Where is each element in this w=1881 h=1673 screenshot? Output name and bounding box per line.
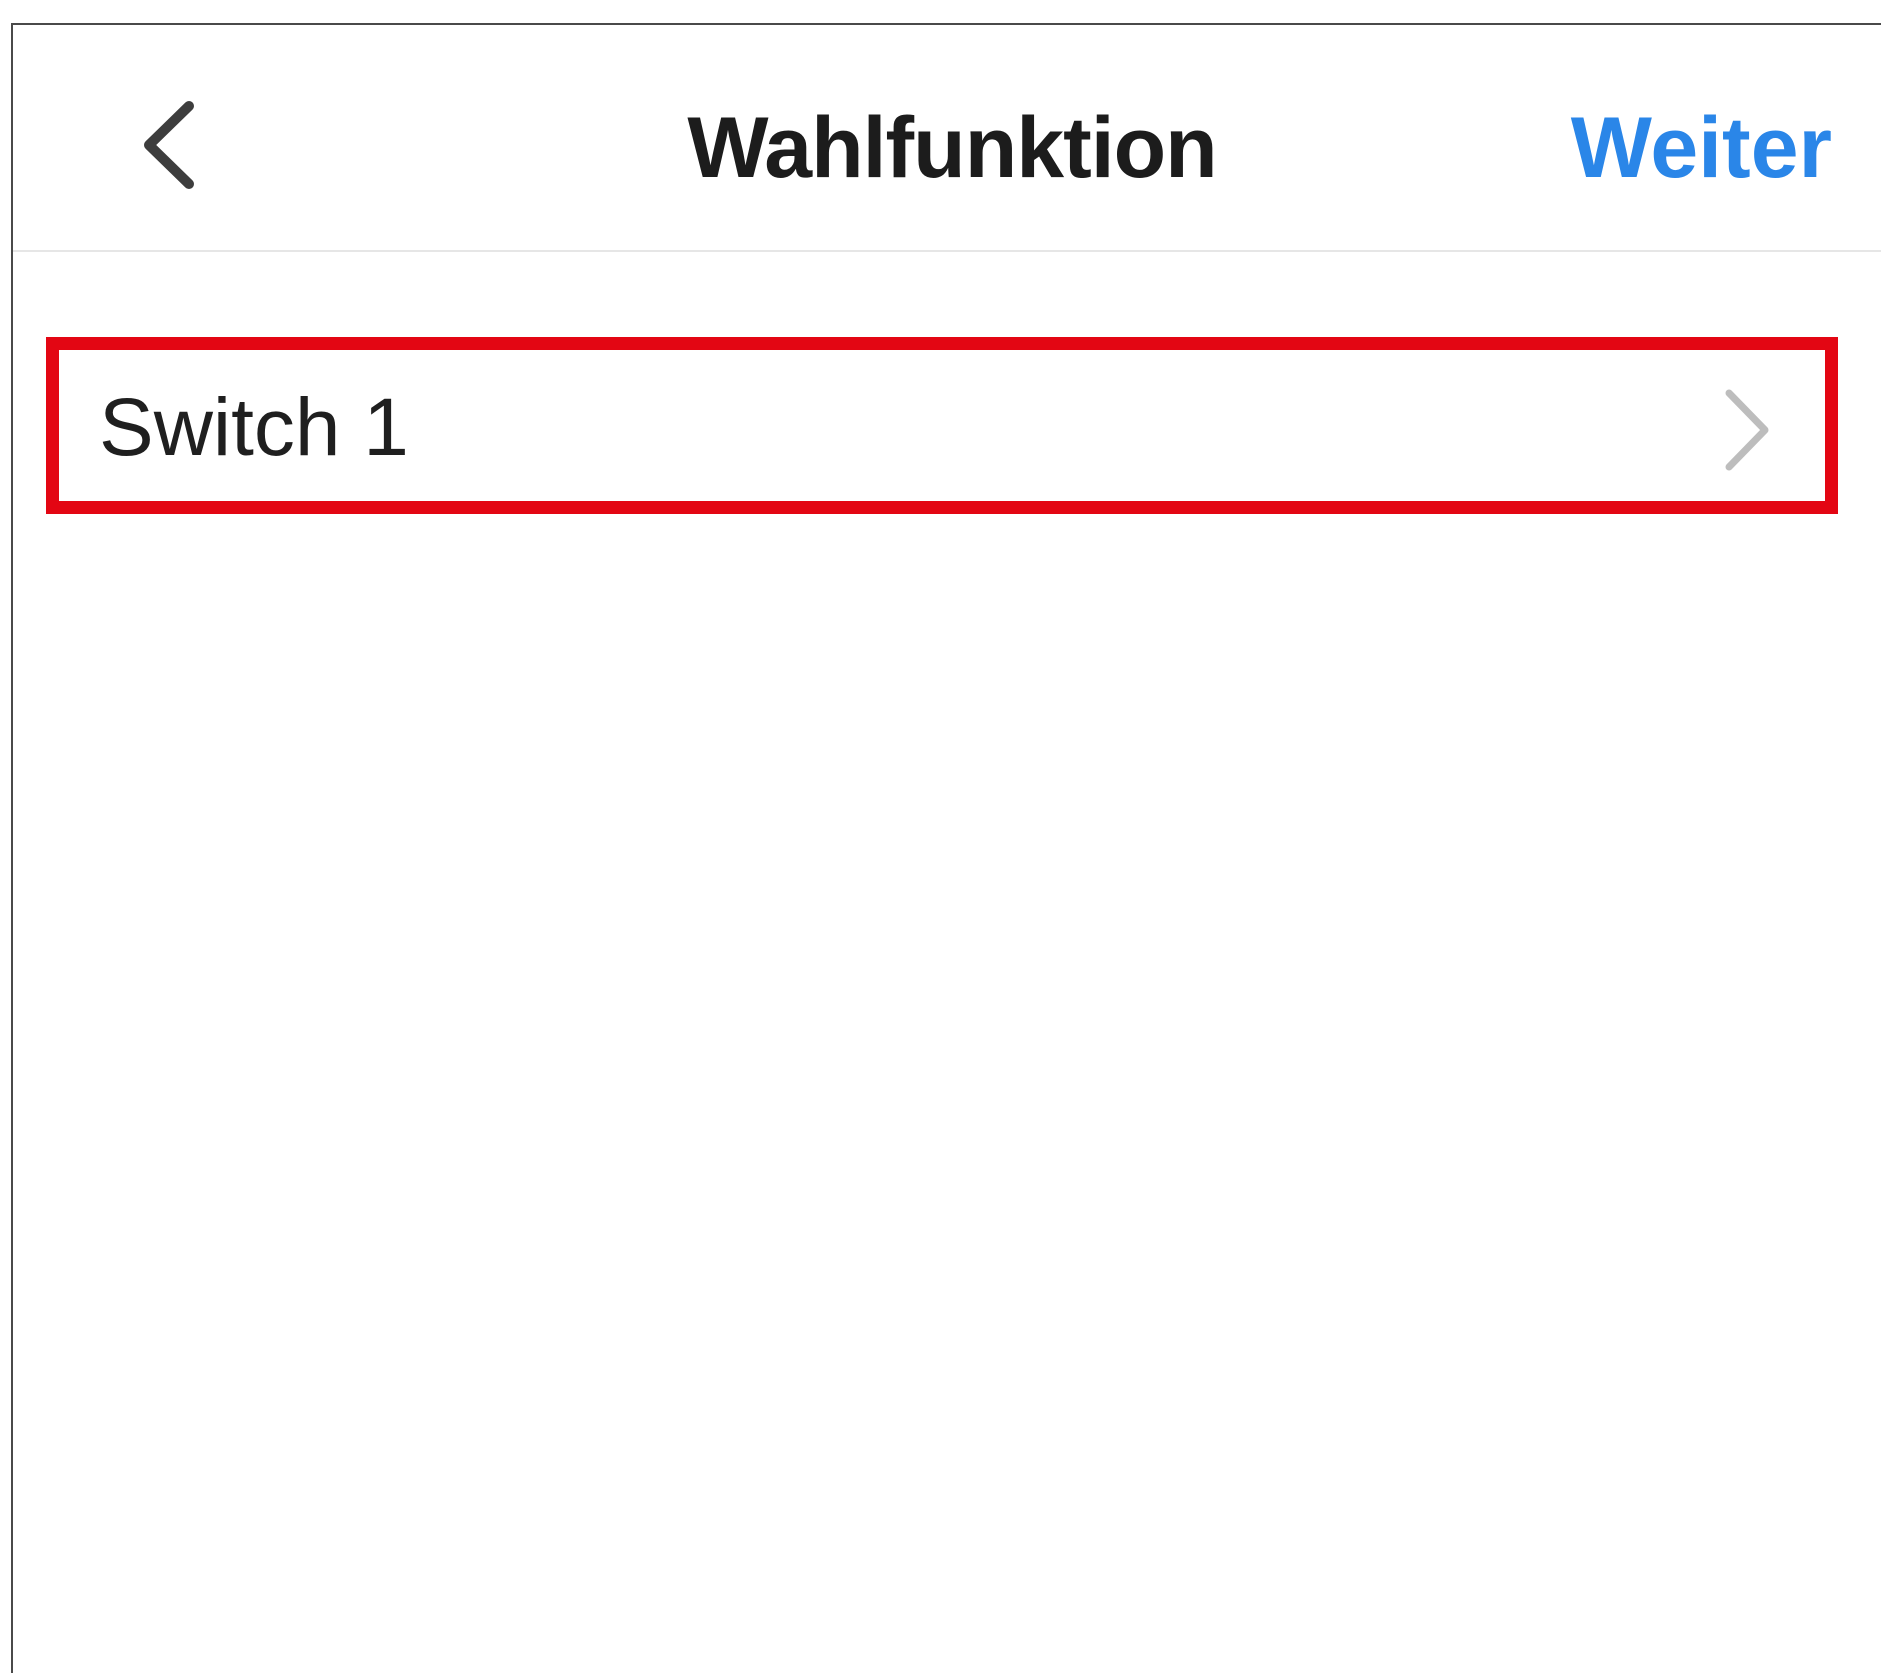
- list-item-label: Switch 1: [99, 382, 409, 473]
- top-bar: Wahlfunktion Weiter: [13, 25, 1881, 252]
- next-button[interactable]: Weiter: [1571, 93, 1832, 203]
- app-screen: Wahlfunktion Weiter Switch 1: [11, 23, 1881, 1673]
- list-item-switch-1[interactable]: Switch 1: [46, 337, 1838, 514]
- chevron-right-icon: [1725, 389, 1769, 471]
